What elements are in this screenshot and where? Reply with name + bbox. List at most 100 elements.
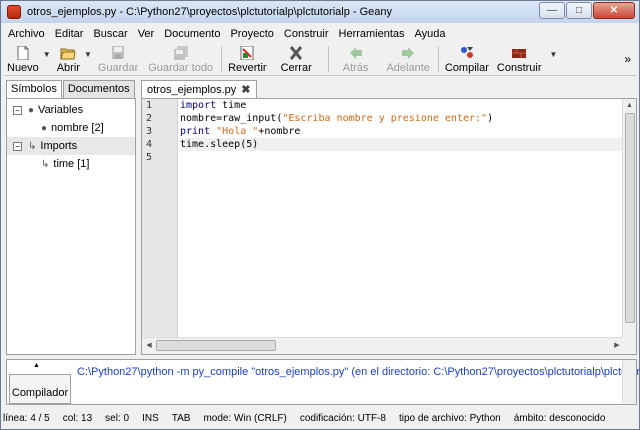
message-scrollbar[interactable]	[622, 360, 636, 404]
code-token: time	[216, 100, 247, 111]
menu-editar[interactable]: Editar	[50, 28, 89, 40]
compile-button[interactable]: Compilar	[445, 44, 489, 74]
scroll-left-arrow-icon[interactable]: ◀	[142, 338, 156, 354]
scroll-corner	[622, 337, 636, 354]
compiler-output-line[interactable]: C:\Python27\python -m py_compile "otros_…	[77, 366, 640, 378]
code-line-5[interactable]	[180, 151, 622, 164]
tree-label-nombre: nombre [2]	[51, 122, 104, 134]
status-col: col: 13	[62, 412, 93, 424]
menu-proyecto[interactable]: Proyecto	[225, 28, 278, 40]
open-button[interactable]: Abrir	[57, 44, 80, 74]
compile-button-label: Compilar	[444, 62, 489, 74]
revert-button-label: Revertir	[228, 62, 267, 74]
menu-herramientas[interactable]: Herramientas	[334, 28, 410, 40]
tree-label-variables: Variables	[38, 104, 84, 116]
minimize-button[interactable]: —	[539, 2, 565, 19]
status-mode: mode: Win (CRLF)	[203, 412, 287, 424]
code-line-4[interactable]: time.sleep(5)	[180, 138, 622, 151]
tree-item-time[interactable]: ↳ time [1]	[7, 155, 135, 173]
editor-tab-label: otros_ejemplos.py	[147, 83, 237, 96]
menu-bar: Archivo Editar Buscar Ver Documento Proy…	[3, 25, 637, 43]
title-bar[interactable]: otros_ejemplos.py - C:\Python27\proyecto…	[1, 1, 639, 23]
close-tab-icon[interactable]: ✖	[241, 83, 250, 96]
keyword-token: import	[180, 100, 217, 111]
code-line-1[interactable]: import time	[180, 99, 622, 112]
editor-tab-otros-ejemplos[interactable]: otros_ejemplos.py ✖	[141, 80, 257, 98]
build-button[interactable]: Construir	[497, 44, 542, 74]
variable-bullet-icon: ●	[28, 104, 35, 116]
menu-ver[interactable]: Ver	[133, 28, 160, 40]
code-line-3[interactable]: print "Hola "+nombre	[180, 125, 622, 138]
status-tab: TAB	[171, 412, 191, 424]
tree-node-variables[interactable]: − ● Variables	[7, 101, 135, 119]
menu-documento[interactable]: Documento	[159, 28, 225, 40]
new-dropdown-arrow-icon[interactable]: ▼	[43, 50, 51, 59]
code-token: +nombre	[258, 126, 301, 137]
tree-label-time: time [1]	[53, 158, 90, 170]
close-x-icon	[288, 46, 304, 60]
tree-label-imports: Imports	[40, 140, 78, 152]
save-all-button[interactable]: Guardar todo	[148, 44, 213, 74]
code-token: )	[487, 113, 494, 124]
code-editor[interactable]: 1 2 3 4 5 import time nombre=raw_input("…	[141, 98, 637, 355]
forward-button[interactable]: Adelante	[386, 44, 430, 74]
line-number: 2	[146, 113, 153, 124]
code-text[interactable]: import time nombre=raw_input("Escriba no…	[180, 99, 622, 337]
horizontal-scrollbar[interactable]: ◀ ▶	[142, 337, 624, 354]
close-window-button[interactable]: ✕	[593, 2, 635, 19]
symbol-tree: − ● Variables ● nombre [2] − ↳ Imports ↳…	[6, 98, 136, 355]
open-folder-icon	[60, 46, 76, 60]
new-file-icon	[15, 45, 31, 61]
tree-node-imports[interactable]: − ↳ Imports	[7, 137, 135, 155]
toolbar: Nuevo ▼ Abrir ▼ Guardar Guardar todo Rev…	[3, 44, 637, 76]
status-ins: INS	[142, 412, 159, 424]
sidebar: Símbolos Documentos − ● Variables ● nomb…	[6, 80, 136, 355]
collapse-expander-icon[interactable]: −	[13, 141, 22, 151]
string-token: "Hola "	[216, 126, 259, 137]
new-button[interactable]: Nuevo	[7, 44, 39, 74]
tab-compilador[interactable]: Compilador	[9, 374, 71, 404]
back-button[interactable]: Atrás	[342, 44, 369, 74]
menu-buscar[interactable]: Buscar	[88, 28, 132, 40]
revert-button[interactable]: Revertir	[228, 44, 267, 74]
tree-item-nombre[interactable]: ● nombre [2]	[7, 119, 135, 137]
vertical-scroll-thumb[interactable]	[625, 113, 635, 323]
save-button-label: Guardar	[97, 62, 139, 74]
string-token: "Escriba nombre y presione enter:"	[282, 113, 488, 124]
open-dropdown-arrow-icon[interactable]: ▼	[84, 50, 92, 59]
compile-icon	[459, 46, 475, 60]
window-controls: — □ ✕	[538, 2, 635, 19]
vertical-scrollbar[interactable]: ▲	[622, 99, 636, 337]
status-bar: línea: 4 / 5 col: 13 sel: 0 INS TAB mode…	[3, 409, 637, 427]
menu-archivo[interactable]: Archivo	[3, 28, 50, 40]
status-encoding: codificación: UTF-8	[299, 412, 386, 424]
save-disk-icon	[110, 46, 126, 60]
sidebar-tabs: Símbolos Documentos	[6, 80, 136, 98]
status-filetype: tipo de archivo: Python	[398, 412, 501, 424]
toolbar-overflow-icon[interactable]: »	[624, 52, 631, 66]
horizontal-scroll-thumb[interactable]	[156, 340, 276, 351]
close-file-button[interactable]: Cerrar	[281, 44, 312, 74]
line-number: 1	[146, 100, 153, 111]
collapse-expander-icon[interactable]: −	[13, 105, 22, 115]
tab-compilador-label: Compilador	[11, 387, 69, 399]
back-button-label: Atrás	[342, 62, 369, 74]
line-number: 5	[146, 152, 153, 163]
forward-arrow-icon	[400, 46, 416, 60]
geany-window: otros_ejemplos.py - C:\Python27\proyecto…	[0, 0, 640, 430]
code-line-2[interactable]: nombre=raw_input("Escriba nombre y presi…	[180, 112, 622, 125]
scroll-up-arrow-icon[interactable]: ▲	[623, 99, 636, 113]
window-title: otros_ejemplos.py - C:\Python27\proyecto…	[27, 6, 393, 18]
menu-ayuda[interactable]: Ayuda	[410, 28, 451, 40]
panel-up-arrow-icon[interactable]: ▲	[33, 362, 40, 369]
save-button[interactable]: Guardar	[98, 44, 138, 74]
tab-simbolos[interactable]: Símbolos	[6, 80, 62, 98]
open-button-label: Abrir	[56, 62, 80, 74]
variable-bullet-icon: ●	[41, 122, 48, 134]
toolbar-separator	[221, 46, 223, 72]
tab-documentos[interactable]: Documentos	[62, 80, 135, 98]
menu-construir[interactable]: Construir	[279, 28, 334, 40]
new-button-label: Nuevo	[7, 62, 39, 74]
build-dropdown-arrow-icon[interactable]: ▼	[550, 50, 558, 59]
maximize-button[interactable]: □	[566, 2, 592, 19]
